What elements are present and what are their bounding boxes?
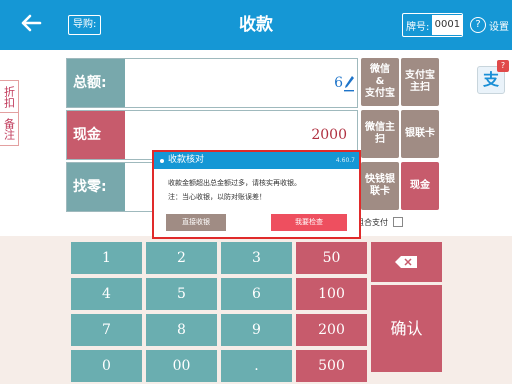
settings-button[interactable]: ? 设置 <box>470 15 509 35</box>
total-value: 6 <box>334 75 343 91</box>
side-tab-discount[interactable]: 折扣 <box>0 80 19 114</box>
help-badge-icon[interactable]: ? <box>497 60 509 72</box>
key-1[interactable]: 1 <box>71 242 142 274</box>
wechat-scan-button[interactable]: 微信主 扫 <box>361 110 399 158</box>
key-3[interactable]: 3 <box>221 242 292 274</box>
key-dot[interactable]: . <box>221 350 292 382</box>
pencil-icon[interactable] <box>343 74 355 92</box>
confirm-button[interactable]: 确认 <box>371 285 442 372</box>
back-arrow-icon[interactable] <box>18 10 44 36</box>
key-00[interactable]: 00 <box>146 350 217 382</box>
key-6[interactable]: 6 <box>221 278 292 310</box>
alipay-scan-button[interactable]: 支付宝 主扫 <box>401 58 439 106</box>
payment-check-dialog: 收款核对 4.60.7 收款金额超出总金额过多，请核实再收银。 注：当心收银，以… <box>152 150 361 239</box>
quick-amount-100[interactable]: 100 <box>296 278 367 310</box>
quick-amount-200[interactable]: 200 <box>296 314 367 346</box>
key-0[interactable]: 0 <box>71 350 142 382</box>
quickpay-unionpay-button[interactable]: 快钱银 联卡 <box>361 162 399 210</box>
key-4[interactable]: 4 <box>71 278 142 310</box>
cash-label: 现金 <box>67 111 125 159</box>
dialog-title: 收款核对 <box>168 155 205 165</box>
wechat-alipay-button[interactable]: 微信 & 支付宝 <box>361 58 399 106</box>
total-label: 总额: <box>67 59 125 107</box>
question-circle-icon: ? <box>470 17 486 33</box>
change-label: 找零: <box>67 163 125 211</box>
dialog-message: 收款金额超出总金额过多，请核实再收银。 <box>168 179 301 187</box>
plate-number-input[interactable]: 0001 <box>432 15 463 35</box>
plate-label: 牌号: <box>406 21 430 33</box>
dialog-version: 4.60.7 <box>335 157 355 164</box>
key-9[interactable]: 9 <box>221 314 292 346</box>
unionpay-card-button[interactable]: 银联卡 <box>401 110 439 158</box>
backspace-icon <box>395 256 417 268</box>
quick-amount-500[interactable]: 500 <box>296 350 367 382</box>
dialog-note: 注：当心收银，以防对账误差！ <box>168 193 266 201</box>
combo-pay-toggle[interactable]: 组合支付 <box>356 216 403 228</box>
quick-amount-50[interactable]: 50 <box>296 242 367 274</box>
key-7[interactable]: 7 <box>71 314 142 346</box>
dialog-header: 收款核对 4.60.7 <box>154 152 359 169</box>
key-8[interactable]: 8 <box>146 314 217 346</box>
key-2[interactable]: 2 <box>146 242 217 274</box>
direct-checkout-button[interactable]: 直接收银 <box>166 214 226 231</box>
combo-pay-checkbox[interactable] <box>393 217 403 227</box>
side-tab-remark[interactable]: 备注 <box>0 112 19 146</box>
plate-number-box[interactable]: 牌号: 0001 <box>402 13 464 37</box>
cash-pay-button[interactable]: 现金 <box>401 162 439 210</box>
guide-button[interactable]: 导购: <box>68 15 102 35</box>
check-again-button[interactable]: 我要检查 <box>271 214 347 231</box>
key-5[interactable]: 5 <box>146 278 217 310</box>
settings-label: 设置 <box>489 21 509 33</box>
total-amount-field[interactable]: 总额: 6 <box>66 58 358 108</box>
backspace-button[interactable] <box>371 242 442 282</box>
dialog-dot-icon <box>160 159 164 163</box>
